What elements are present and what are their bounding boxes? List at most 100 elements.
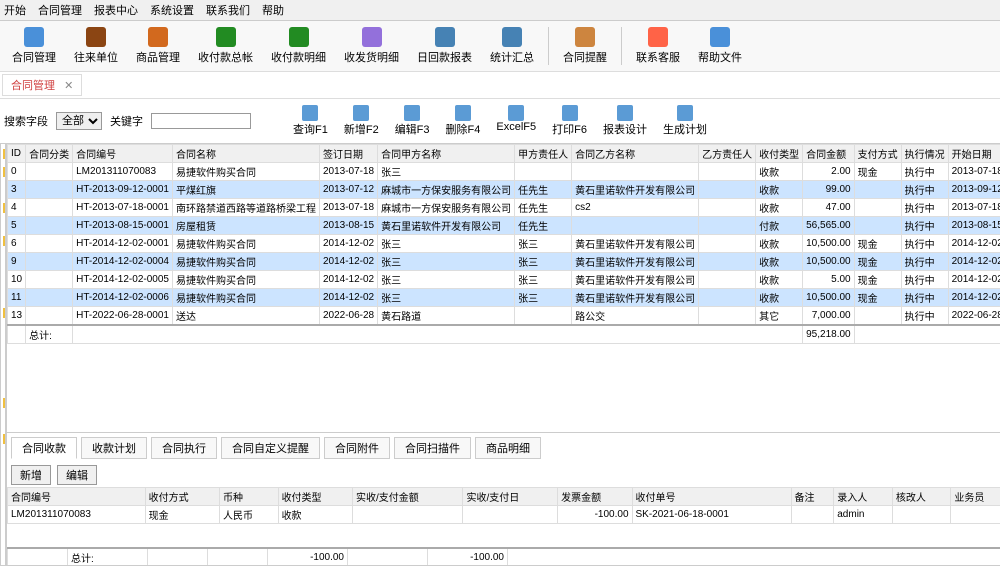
button-icon [455, 105, 471, 121]
detail-tab[interactable]: 合同收款 [11, 437, 77, 459]
col-header[interactable]: 执行情况 [901, 145, 948, 163]
menu-item[interactable]: 系统设置 [150, 2, 194, 18]
menu-item[interactable]: 开始 [4, 2, 26, 18]
col-header[interactable]: 业务员 [951, 488, 1000, 506]
action-button[interactable]: 删除F4 [440, 103, 487, 139]
action-button[interactable]: 生成计划 [657, 103, 713, 139]
action-button[interactable]: 报表设计 [597, 103, 653, 139]
col-header[interactable]: 录入人 [834, 488, 893, 506]
toolbar-button[interactable]: 往来单位 [66, 25, 126, 67]
action-button[interactable]: ExcelF5 [490, 103, 542, 139]
col-header[interactable]: ID [8, 145, 26, 163]
col-header[interactable]: 合同金额 [803, 145, 855, 163]
toolbar-icon [24, 27, 44, 47]
toolbar-icon [502, 27, 522, 47]
detail-tab[interactable]: 合同自定义提醒 [221, 437, 320, 459]
table-row[interactable]: 13HT-2022-06-28-0001送达2022-06-28黄石路道路公交其… [8, 307, 1000, 326]
button-icon [562, 105, 578, 121]
col-header[interactable]: 收付类型 [756, 145, 803, 163]
table-row[interactable]: 3HT-2013-09-12-0001平煤红旗2013-07-12麻城市一方保安… [8, 181, 1000, 199]
toolbar-icon [86, 27, 106, 47]
col-header[interactable]: 币种 [219, 488, 278, 506]
toolbar-button[interactable]: 帮助文件 [690, 25, 750, 67]
toolbar-button[interactable]: 日回款报表 [409, 25, 480, 67]
toolbar-button[interactable]: 统计汇总 [482, 25, 542, 67]
col-header[interactable]: 合同分类 [26, 145, 73, 163]
detail-tab[interactable]: 合同附件 [324, 437, 390, 459]
search-field-select[interactable]: 全部 [56, 112, 102, 130]
col-header[interactable]: 收付方式 [145, 488, 219, 506]
menu-item[interactable]: 合同管理 [38, 2, 82, 18]
col-header[interactable]: 发票金额 [558, 488, 632, 506]
toolbar-button[interactable]: 合同管理 [4, 25, 64, 67]
table-row[interactable]: 0LM201311070083易捷软件购买合同2013-07-18张三收款2.0… [8, 163, 1000, 181]
col-header[interactable]: 合同名称 [172, 145, 319, 163]
col-header[interactable]: 合同甲方名称 [378, 145, 515, 163]
action-button[interactable]: 新增F2 [338, 103, 385, 139]
col-header[interactable]: 核改人 [892, 488, 951, 506]
button-icon [302, 105, 318, 121]
button-icon [404, 105, 420, 121]
col-header[interactable]: 实收/支付日 [463, 488, 558, 506]
menu-item[interactable]: 联系我们 [206, 2, 250, 18]
detail-tab[interactable]: 合同扫描件 [394, 437, 471, 459]
action-button[interactable]: 打印F6 [546, 103, 593, 139]
detail-tab[interactable]: 商品明细 [475, 437, 541, 459]
search-field-label: 搜索字段 [4, 113, 48, 129]
col-header[interactable]: 备注 [791, 488, 834, 506]
col-header[interactable]: 支付方式 [854, 145, 901, 163]
button-icon [353, 105, 369, 121]
col-header[interactable]: 开始日期 [948, 145, 1000, 163]
toolbar-button[interactable]: 收付款总帐 [190, 25, 261, 67]
search-bar: 搜索字段 全部 关键字 查询F1新增F2编辑F3删除F4ExcelF5打印F6报… [0, 99, 1000, 143]
contract-grid[interactable]: ID合同分类合同编号合同名称签订日期合同甲方名称甲方责任人合同乙方名称乙方责任人… [7, 144, 1000, 432]
toolbar-icon [648, 27, 668, 47]
toolbar-button[interactable]: 收发货明细 [336, 25, 407, 67]
tab-contract[interactable]: 合同管理 ✕ [2, 74, 82, 96]
table-row[interactable]: 6HT-2014-12-02-0001易捷软件购买合同2014-12-02张三张… [8, 235, 1000, 253]
detail-button[interactable]: 编辑 [57, 465, 97, 485]
col-header[interactable]: 合同编号 [73, 145, 173, 163]
action-button[interactable]: 编辑F3 [389, 103, 436, 139]
button-icon [617, 105, 633, 121]
toolbar-icon [148, 27, 168, 47]
table-row[interactable]: 4HT-2013-07-18-0001南环路禁道西路等道路桥梁工程2013-07… [8, 199, 1000, 217]
col-header[interactable]: 合同编号 [8, 488, 146, 506]
table-row[interactable]: 11HT-2014-12-02-0006易捷软件购买合同2014-12-02张三… [8, 289, 1000, 307]
col-header[interactable]: 签订日期 [319, 145, 377, 163]
detail-tab[interactable]: 合同执行 [151, 437, 217, 459]
menu-item[interactable]: 报表中心 [94, 2, 138, 18]
table-row[interactable]: 9HT-2014-12-02-0004易捷软件购买合同2014-12-02张三张… [8, 253, 1000, 271]
sum-row: 总计:95,218.00 [8, 325, 1000, 344]
toolbar-icon [710, 27, 730, 47]
table-row[interactable]: 5HT-2013-08-15-0001房屋租赁2013-08-15黄石里诺软件开… [8, 217, 1000, 235]
table-row[interactable]: 10HT-2014-12-02-0005易捷软件购买合同2014-12-02张三… [8, 271, 1000, 289]
button-icon [677, 105, 693, 121]
col-header[interactable]: 乙方责任人 [699, 145, 756, 163]
menu-item[interactable]: 帮助 [262, 2, 284, 18]
col-header[interactable]: 实收/支付金额 [352, 488, 462, 506]
close-icon[interactable]: ✕ [64, 80, 73, 92]
toolbar-icon [575, 27, 595, 47]
action-button[interactable]: 查询F1 [287, 103, 334, 139]
toolbar-icon [362, 27, 382, 47]
detail-panel: 合同收款收款计划合同执行合同自定义提醒合同附件合同扫描件商品明细 新增编辑 合同… [7, 432, 1000, 565]
tab-label: 合同管理 [11, 80, 55, 92]
toolbar-icon [289, 27, 309, 47]
col-header[interactable]: 甲方责任人 [515, 145, 572, 163]
detail-tab[interactable]: 收款计划 [81, 437, 147, 459]
toolbar-button[interactable]: 联系客服 [628, 25, 688, 67]
keyword-input[interactable] [151, 113, 251, 129]
col-header[interactable]: 收付类型 [278, 488, 352, 506]
keyword-label: 关键字 [110, 113, 143, 129]
toolbar-button[interactable]: 收付款明细 [263, 25, 334, 67]
main-toolbar: 合同管理往来单位商品管理收付款总帐收付款明细收发货明细日回款报表统计汇总合同提醒… [0, 21, 1000, 72]
table-row[interactable]: LM201311070083现金人民币收款-100.00SK-2021-06-1… [8, 506, 1000, 524]
col-header[interactable]: 合同乙方名称 [572, 145, 699, 163]
col-header[interactable]: 收付单号 [632, 488, 791, 506]
toolbar-icon [435, 27, 455, 47]
detail-button[interactable]: 新增 [11, 465, 51, 485]
toolbar-button[interactable]: 合同提醒 [555, 25, 615, 67]
toolbar-button[interactable]: 商品管理 [128, 25, 188, 67]
tab-bar: 合同管理 ✕ [0, 72, 1000, 99]
